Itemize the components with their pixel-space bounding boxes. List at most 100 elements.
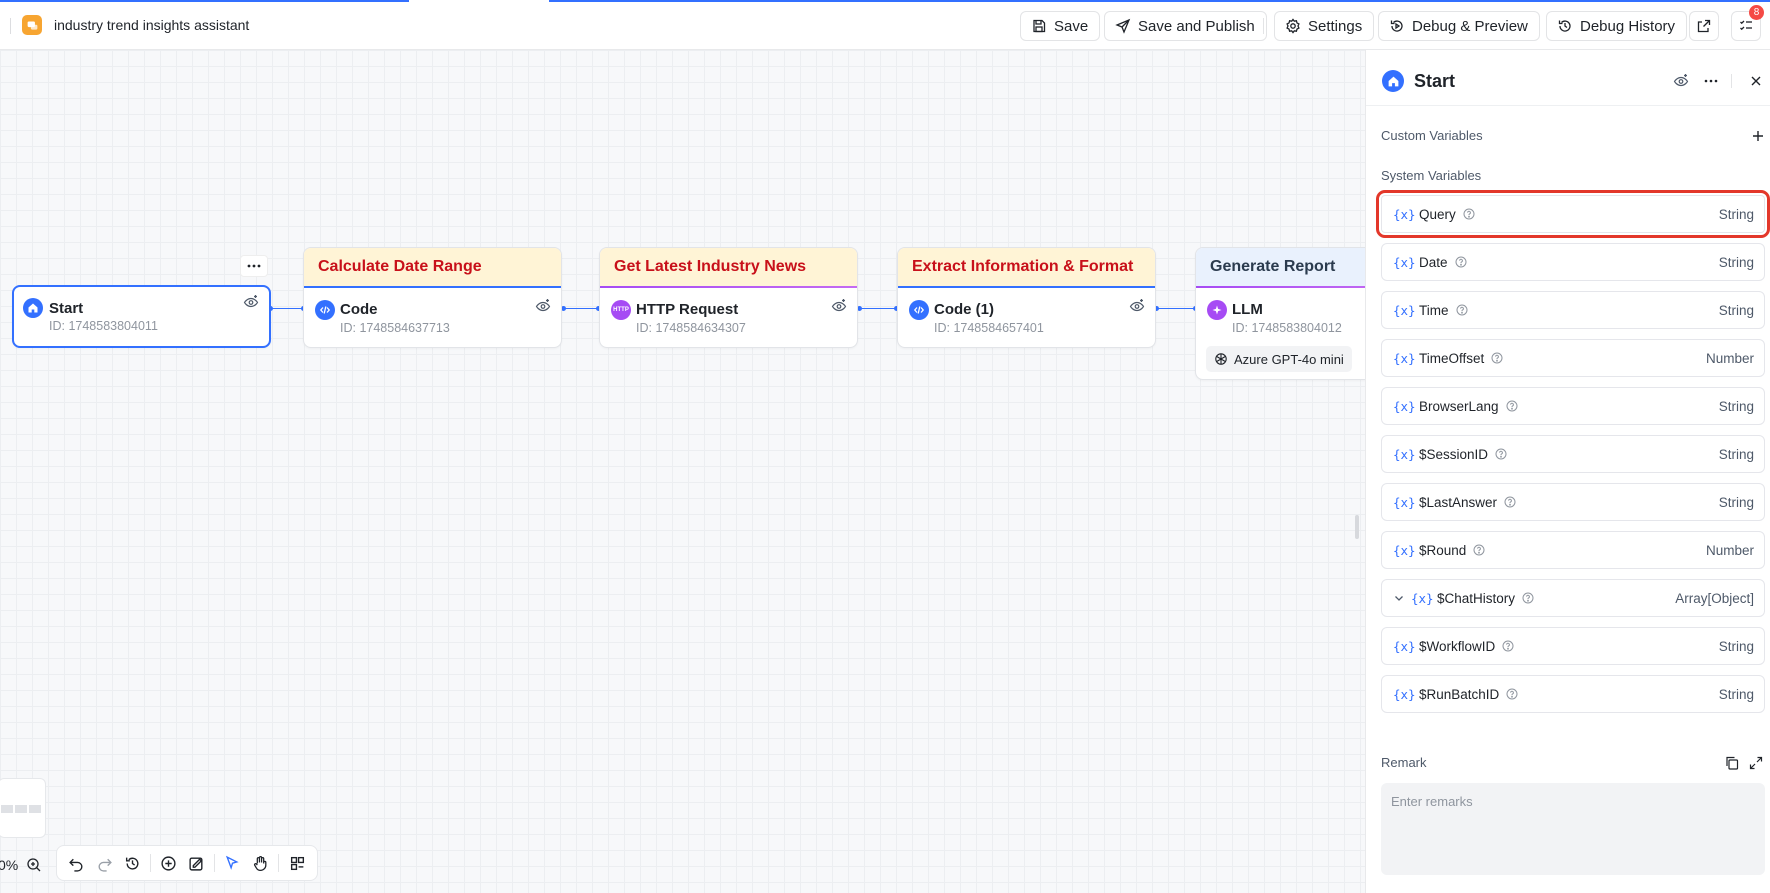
- variable-name: $RunBatchID: [1419, 686, 1500, 702]
- help-icon[interactable]: [1456, 304, 1468, 316]
- code-1-node[interactable]: Extract Information & Format Code (1) ID…: [897, 247, 1156, 348]
- variable-icon: {x}: [1393, 638, 1416, 654]
- panel-resize-handle[interactable]: [1355, 515, 1359, 539]
- checklist-icon: [1740, 20, 1752, 31]
- variable-type: Array[Object]: [1675, 590, 1754, 606]
- more-horizontal-icon: [247, 264, 261, 268]
- more-button[interactable]: [1702, 72, 1720, 90]
- debug-preview-label: Debug & Preview: [1412, 17, 1528, 35]
- gear-icon: [1286, 18, 1300, 34]
- save-button[interactable]: Save: [1020, 11, 1101, 41]
- divider: [1263, 18, 1264, 34]
- save-and-publish-button[interactable]: Save and Publish: [1104, 11, 1267, 41]
- variable-type: String: [1718, 302, 1754, 318]
- help-icon[interactable]: [1522, 592, 1534, 604]
- eye-plus-icon[interactable]: [535, 298, 551, 314]
- help-icon[interactable]: [1463, 208, 1475, 220]
- variable-icon: {x}: [1393, 254, 1416, 270]
- watch-button[interactable]: [1672, 72, 1690, 90]
- variable-row[interactable]: {x} $WorkflowID String: [1381, 627, 1765, 665]
- variable-type: Number: [1705, 542, 1754, 558]
- top-bar: industry trend insights assistant Save S…: [0, 0, 1770, 50]
- pointer-mode-button[interactable]: [219, 849, 247, 877]
- debug-history-button[interactable]: Debug History: [1546, 11, 1688, 41]
- variable-row[interactable]: {x} Date String: [1381, 243, 1765, 281]
- debug-history-label: Debug History: [1580, 17, 1676, 35]
- add-node-button[interactable]: [155, 849, 183, 877]
- variable-type: String: [1718, 254, 1754, 270]
- variable-type: Number: [1705, 350, 1754, 366]
- layout-button[interactable]: [283, 849, 311, 877]
- workflow-canvas[interactable]: Start ID: 1748583804011 Calculate Date R…: [0, 50, 1365, 893]
- variable-row[interactable]: {x} $LastAnswer String: [1381, 483, 1765, 521]
- variable-type: String: [1718, 638, 1754, 654]
- llm-node[interactable]: Generate Report LLM ID: 1748583804012 Az…: [1195, 247, 1365, 380]
- remark-input[interactable]: [1381, 783, 1765, 875]
- model-selector[interactable]: Azure GPT-4o mini: [1206, 346, 1352, 372]
- http-request-node[interactable]: Get Latest Industry News HTTP HTTP Reque…: [599, 247, 858, 348]
- chevron-down-icon[interactable]: [1393, 592, 1405, 604]
- help-icon[interactable]: [1506, 688, 1518, 700]
- save-label: Save: [1054, 17, 1089, 35]
- variable-icon: {x}: [1393, 206, 1416, 222]
- node-header: Calculate Date Range: [304, 248, 561, 286]
- variable-name: BrowserLang: [1419, 398, 1499, 414]
- add-variable-icon[interactable]: [1750, 128, 1766, 144]
- help-icon[interactable]: [1506, 400, 1518, 412]
- remark-label: Remark: [1381, 755, 1427, 770]
- node-id: ID: 1748583804012: [1232, 321, 1342, 335]
- http-icon: HTTP: [611, 300, 631, 320]
- variable-row[interactable]: {x} Query String: [1376, 190, 1770, 238]
- eye-plus-icon[interactable]: [1129, 298, 1145, 314]
- code-icon: [315, 300, 335, 320]
- help-icon[interactable]: [1502, 640, 1514, 652]
- node-id: ID: 1748584657401: [934, 321, 1044, 335]
- variable-row[interactable]: {x} $RunBatchID String: [1381, 675, 1765, 713]
- help-icon[interactable]: [1473, 544, 1485, 556]
- node-more-button[interactable]: [240, 255, 268, 277]
- redo-icon: [98, 858, 112, 872]
- undo-button[interactable]: [63, 849, 91, 877]
- history-button[interactable]: [118, 849, 146, 877]
- start-node[interactable]: Start ID: 1748583804011: [12, 285, 271, 348]
- zoom-in-icon[interactable]: [26, 857, 42, 873]
- variable-icon: {x}: [1393, 398, 1416, 414]
- variable-name: TimeOffset: [1419, 350, 1485, 366]
- variable-name: $LastAnswer: [1419, 494, 1498, 510]
- open-external-button[interactable]: [1689, 11, 1719, 41]
- zoom-control: 0%: [0, 850, 42, 880]
- loading-progress-bar: [0, 0, 409, 2]
- more-horizontal-icon: [1704, 79, 1718, 83]
- help-icon[interactable]: [1495, 448, 1507, 460]
- variable-row[interactable]: {x} $SessionID String: [1381, 435, 1765, 473]
- variable-row[interactable]: {x} $Round Number: [1381, 531, 1765, 569]
- variable-name: Date: [1419, 254, 1448, 270]
- minimap[interactable]: [0, 778, 46, 838]
- variable-name: $WorkflowID: [1419, 638, 1496, 654]
- connector-line: [563, 308, 599, 309]
- variable-icon: {x}: [1393, 542, 1416, 558]
- debug-preview-button[interactable]: Debug & Preview: [1378, 11, 1540, 41]
- hand-mode-button[interactable]: [247, 849, 275, 877]
- history-icon: [1558, 20, 1571, 32]
- variable-row[interactable]: {x} Time String: [1381, 291, 1765, 329]
- close-button[interactable]: [1747, 72, 1765, 90]
- redo-button[interactable]: [91, 849, 119, 877]
- eye-plus-icon[interactable]: [243, 294, 259, 310]
- divider: [1731, 74, 1732, 88]
- task-list-button[interactable]: 8: [1731, 5, 1764, 41]
- variable-row[interactable]: {x} BrowserLang String: [1381, 387, 1765, 425]
- copy-icon[interactable]: [1724, 755, 1740, 771]
- expand-icon[interactable]: [1748, 755, 1764, 771]
- connector-line: [1156, 308, 1196, 309]
- help-icon[interactable]: [1504, 496, 1516, 508]
- code-node[interactable]: Calculate Date Range Code ID: 1748584637…: [303, 247, 562, 348]
- add-note-button[interactable]: [182, 849, 210, 877]
- variable-row[interactable]: {x} $ChatHistory Array[Object]: [1381, 579, 1765, 617]
- settings-button[interactable]: Settings: [1274, 11, 1375, 41]
- debug-icon: [1390, 20, 1403, 32]
- eye-plus-icon[interactable]: [831, 298, 847, 314]
- variable-row[interactable]: {x} TimeOffset Number: [1381, 339, 1765, 377]
- help-icon[interactable]: [1455, 256, 1467, 268]
- help-icon[interactable]: [1491, 352, 1503, 364]
